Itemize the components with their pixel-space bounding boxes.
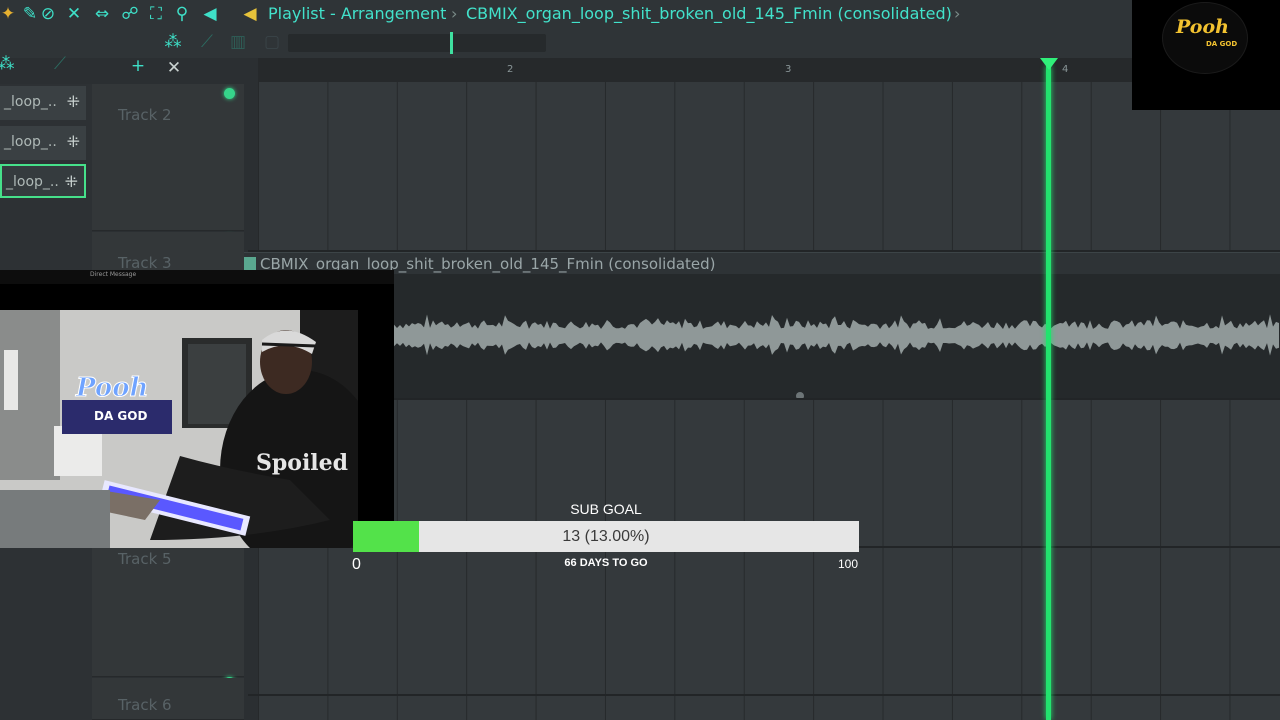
speaker-mute-icon[interactable]: ✕: [64, 4, 84, 24]
breadcrumb-separator: ›: [451, 4, 458, 23]
logo-text: Pooh: [1176, 16, 1229, 38]
daw-screen: ✦ ✎ ⊘ ✕ ⇔ ☍ ⛶ ⚲ ◀ ◀ Playlist - Arrangeme…: [0, 0, 1280, 720]
track-header[interactable]: Track 5: [92, 530, 244, 688]
svg-text:Pooh: Pooh: [75, 373, 148, 403]
current-clip-name: CBMIX_organ_loop_shit_broken_old_145_Fmi…: [466, 4, 952, 23]
bar-number: 4: [1062, 64, 1069, 75]
svg-text:DA GOD: DA GOD: [94, 409, 147, 423]
playlist-toolbar: ✦ ✎ ⊘ ✕ ⇔ ☍ ⛶ ⚲ ◀ ◀ Playlist - Arrangeme…: [0, 0, 1280, 58]
sub-goal-max-label: 100: [838, 557, 859, 571]
pattern-item[interactable]: _loop_.. ⁜: [0, 86, 86, 120]
shirt-text: Spoiled: [256, 450, 348, 476]
webcam-scene: Pooh DA GOD Spoiled: [0, 310, 358, 548]
playlist-grid[interactable]: [258, 82, 1280, 720]
close-icon[interactable]: ✕: [164, 58, 184, 78]
sub-goal-days-remaining: 66 DAYS TO GO: [564, 557, 648, 569]
track-divider: [248, 694, 1280, 696]
add-icon[interactable]: +: [128, 56, 148, 76]
waveform-icon[interactable]: ⁂: [163, 32, 183, 52]
track-header[interactable]: Track 2: [92, 84, 244, 246]
sub-goal-progress-bar: 13 (13.00%): [353, 521, 859, 552]
snap-icon[interactable]: ✦: [0, 4, 18, 24]
color-icon[interactable]: ▢: [262, 32, 282, 52]
track-header[interactable]: Track 6: [92, 678, 244, 720]
timeline-ruler[interactable]: 2 3 4: [258, 58, 1280, 82]
select-tool-icon[interactable]: ☍: [120, 4, 140, 24]
webcam-overlay: Direct Message Pooh DA GOD Spoiled: [0, 270, 394, 548]
audio-clip[interactable]: [394, 274, 1280, 400]
pattern-item[interactable]: _loop_.. ⁜: [0, 126, 86, 160]
logo-subtext: DA GOD: [1206, 40, 1238, 48]
draw-tool-icon[interactable]: ✎: [20, 4, 40, 24]
playlist-title: Playlist - Arrangement: [268, 4, 447, 23]
track-name: Track 6: [118, 696, 172, 714]
zoom-tool-icon[interactable]: ⚲: [172, 4, 192, 24]
piano-icon[interactable]: ▥: [228, 32, 248, 52]
mute-tool-icon[interactable]: ⊘: [38, 4, 58, 24]
webcam-title: Direct Message: [90, 271, 137, 278]
audio-clip-icon: ⁜: [64, 172, 78, 191]
pattern-label: _loop_..: [6, 174, 59, 190]
bar-number: 3: [785, 64, 792, 75]
sub-goal-value: 13 (13.00%): [562, 528, 650, 545]
pattern-label: _loop_..: [4, 94, 57, 110]
slip-tool-icon[interactable]: ⇔: [92, 4, 112, 24]
clip-color-tab: [244, 257, 256, 271]
playback-tool-icon[interactable]: ◀: [200, 4, 220, 24]
webcam-title-bar: Direct Message: [0, 270, 394, 284]
streamer-logo: Pooh DA GOD: [1132, 0, 1280, 110]
logo-badge: [1162, 2, 1248, 74]
track-name: Track 2: [118, 106, 172, 124]
scroll-left-icon[interactable]: ⁂: [0, 54, 16, 74]
audio-waveform: [394, 314, 1279, 400]
audio-clip-icon: ⁜: [66, 132, 80, 151]
bar-number: 2: [507, 64, 514, 75]
sub-goal-title: SUB GOAL: [570, 501, 642, 517]
webcam-video: Pooh DA GOD Spoiled: [0, 310, 358, 548]
pen-icon[interactable]: ⟋: [50, 54, 70, 74]
marquee-select-icon[interactable]: ⛶: [146, 4, 166, 24]
playhead-marker[interactable]: [1040, 58, 1058, 70]
playhead-line[interactable]: [1046, 66, 1051, 720]
playlist-menu-icon[interactable]: ◀: [240, 4, 260, 24]
link-icon[interactable]: ⟋: [197, 32, 217, 52]
zoom-slider[interactable]: [288, 32, 546, 54]
audio-clip-header[interactable]: CBMIX_organ_loop_shit_broken_old_145_Fmi…: [244, 252, 1280, 274]
pattern-item-selected[interactable]: _loop_.. ⁜: [0, 164, 86, 198]
audio-clip-icon: ⁜: [66, 92, 80, 111]
track-active-led[interactable]: [224, 88, 235, 99]
zoom-slider-thumb[interactable]: [450, 32, 453, 54]
breadcrumb-arrow: ›: [954, 4, 961, 23]
track-name: Track 5: [118, 550, 172, 568]
pattern-label: _loop_..: [4, 134, 57, 150]
track-divider: [248, 398, 1280, 400]
